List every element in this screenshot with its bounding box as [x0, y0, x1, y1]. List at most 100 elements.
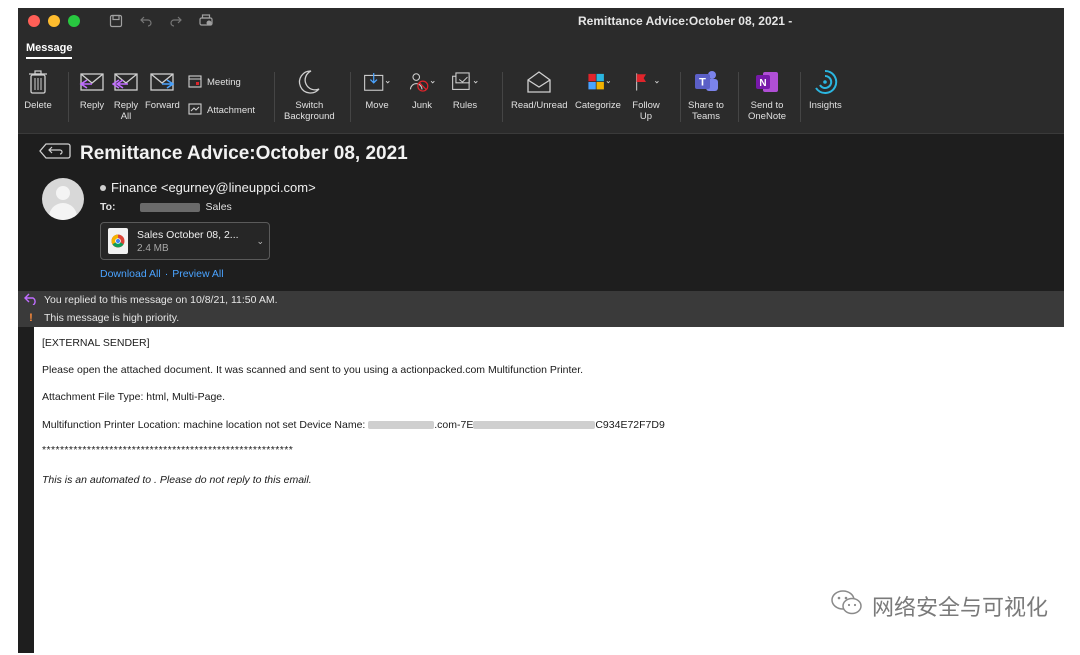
body-line-instructions: Please open the attached document. It wa… [42, 364, 584, 376]
watermark: 网络安全与可视化 [830, 589, 1048, 623]
body-line-automated: This is an automated to . Please do not … [42, 474, 312, 486]
toolbar-divider [350, 72, 351, 122]
read-unread-button[interactable]: Read/Unread [511, 68, 568, 111]
save-icon[interactable] [108, 13, 124, 29]
attachment-links: Download All · Preview All [100, 268, 224, 280]
move-button[interactable]: Move [363, 68, 391, 111]
redacted-device-1 [368, 421, 435, 430]
junk-icon [408, 68, 436, 96]
attachment-name: Sales October 08, 2... [137, 228, 239, 241]
attachment-card[interactable]: Sales October 08, 2... 2.4 MB ⌄ [100, 222, 270, 260]
reply-icon [78, 68, 106, 96]
svg-text:T: T [699, 77, 706, 89]
window-controls [28, 15, 80, 27]
switch-background-label-line2: Background [284, 111, 335, 122]
switch-background-label-line1: Switch [295, 100, 324, 111]
subject-row: Remittance Advice:October 08, 2021 [38, 142, 408, 165]
reply-all-label-line2: All [120, 111, 132, 122]
share-to-teams-button[interactable]: T Share to Teams [688, 68, 724, 122]
link-separator: · [164, 268, 169, 280]
follow-up-label-line2: Up [639, 111, 653, 122]
redacted-device-2 [473, 421, 596, 430]
onenote-icon: N [753, 68, 781, 96]
priority-infobar: ! This message is high priority. [18, 309, 1064, 327]
to-value[interactable]: Sales [206, 201, 232, 213]
body-line-external-sender: [EXTERNAL SENDER] [42, 337, 150, 349]
reply-arrow-icon [18, 293, 44, 308]
preview-all-link[interactable]: Preview All [172, 268, 223, 280]
categorize-icon [584, 68, 612, 96]
body-line-file-type: Attachment File Type: html, Multi-Page. [42, 391, 226, 403]
toolbar-divider [274, 72, 275, 122]
meeting-label: Meeting [207, 77, 241, 88]
read-unread-label: Read/Unread [511, 100, 568, 111]
switch-background-button[interactable]: Switch Background [284, 68, 335, 122]
minimize-window-button[interactable] [48, 15, 60, 27]
ribbon-toolbar: Delete Reply Reply All Forward Meeting A… [18, 64, 1064, 134]
chevron-down-icon[interactable]: ⌄ [256, 236, 264, 247]
zoom-window-button[interactable] [68, 15, 80, 27]
reply-arrow-tag-icon [38, 142, 72, 165]
sender-name[interactable]: Finance <egurney@lineuppci.com> [111, 180, 316, 195]
download-all-link[interactable]: Download All [100, 268, 161, 280]
window-title: Remittance Advice:October 08, 2021 - [578, 14, 793, 28]
print-icon[interactable] [198, 13, 214, 29]
sender-row[interactable]: Finance <egurney@lineuppci.com> [100, 180, 316, 195]
redacted-recipient [139, 202, 200, 212]
priority-text: This message is high priority. [44, 312, 180, 324]
wechat-icon [830, 589, 864, 623]
attachment-label: Attachment [207, 105, 256, 116]
share-to-teams-label-line1: Share to [688, 100, 724, 111]
reply-all-button[interactable]: Reply All [112, 68, 140, 122]
move-folder-icon [363, 68, 391, 96]
body-line-device: Multifunction Printer Location: machine … [42, 419, 665, 431]
forward-label: Forward [145, 100, 180, 111]
title-bar: Remittance Advice:October 08, 2021 - [18, 8, 1064, 34]
presence-dot-icon [100, 184, 106, 191]
tab-message[interactable]: Message [26, 42, 73, 59]
move-label: Move [365, 100, 389, 111]
rules-label: Rules [452, 100, 478, 111]
follow-up-label-line1: Follow [632, 100, 660, 111]
close-window-button[interactable] [28, 15, 40, 27]
ribbon-tabs: Message [18, 34, 1064, 64]
undo-icon[interactable] [138, 13, 154, 29]
reply-button[interactable]: Reply [78, 68, 106, 111]
to-label: To: [100, 201, 116, 213]
delete-label: Delete [24, 100, 52, 111]
reply-label: Reply [79, 100, 105, 111]
follow-up-button[interactable]: Follow Up [632, 68, 660, 122]
send-to-onenote-label-line1: Send to [750, 100, 784, 111]
redo-icon[interactable] [168, 13, 184, 29]
toolbar-divider [502, 72, 503, 122]
exclamation-icon: ! [29, 312, 33, 324]
teams-icon: T [692, 68, 720, 96]
attachment-button[interactable]: Attachment [188, 102, 255, 119]
delete-button[interactable]: Delete [24, 68, 52, 111]
flag-icon [632, 68, 660, 96]
forward-button[interactable]: Forward [145, 68, 180, 111]
send-to-onenote-label-line2: OneNote [748, 111, 787, 122]
rules-button[interactable]: Rules [451, 68, 479, 111]
send-to-onenote-button[interactable]: N Send to OneNote [748, 68, 786, 122]
toolbar-divider [680, 72, 681, 122]
quick-access-toolbar [108, 13, 214, 29]
meeting-button[interactable]: Meeting [188, 74, 241, 91]
replied-text: You replied to this message on 10/8/21, … [44, 294, 278, 306]
categorize-label: Categorize [575, 100, 621, 111]
reply-all-label-line1: Reply [113, 100, 139, 111]
rules-icon [451, 68, 479, 96]
forward-icon [148, 68, 176, 96]
avatar[interactable] [42, 178, 84, 220]
junk-button[interactable]: Junk [408, 68, 436, 111]
categorize-button[interactable]: Categorize [575, 68, 621, 111]
message-subject: Remittance Advice:October 08, 2021 [80, 142, 408, 164]
device-suffix: C934E72F7D9 [595, 419, 665, 431]
recipient-row: To: Sales [100, 201, 232, 213]
calendar-icon [188, 74, 202, 91]
envelope-open-icon [525, 68, 553, 96]
reply-all-icon [112, 68, 140, 96]
insights-button[interactable]: Insights [809, 68, 842, 111]
toolbar-divider [738, 72, 739, 122]
replied-infobar: You replied to this message on 10/8/21, … [18, 291, 1064, 309]
